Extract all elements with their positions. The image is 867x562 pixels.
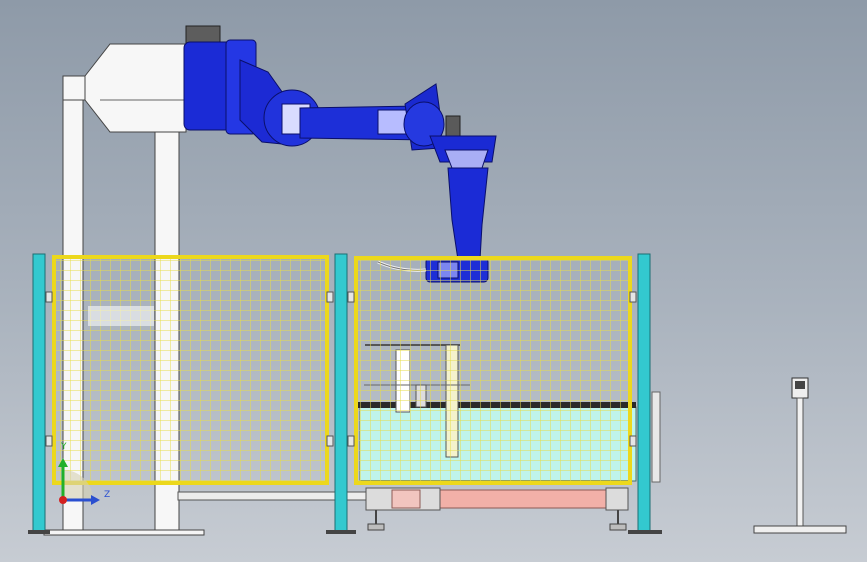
signal-tower	[753, 377, 847, 534]
fence-panel-right	[354, 256, 632, 485]
robot-elbow-motor	[445, 115, 461, 139]
robot-mount-plate	[84, 43, 187, 133]
robot-forearm	[447, 167, 489, 261]
leveling-foot-left	[367, 510, 385, 531]
signal-base	[753, 525, 847, 534]
leveling-foot-right	[609, 510, 627, 531]
fence-panel-left	[52, 255, 329, 485]
signal-pole	[796, 397, 804, 527]
cad-viewport[interactable]: Y Z	[0, 0, 867, 562]
assembly-drawing	[28, 25, 847, 536]
triad-y-label: Y	[61, 442, 67, 452]
robot-arm	[183, 25, 497, 283]
base-rail	[177, 487, 629, 531]
frame-base-plate	[43, 529, 205, 536]
triad-z-label: Z	[104, 490, 111, 500]
base-rail-slider	[439, 489, 611, 509]
